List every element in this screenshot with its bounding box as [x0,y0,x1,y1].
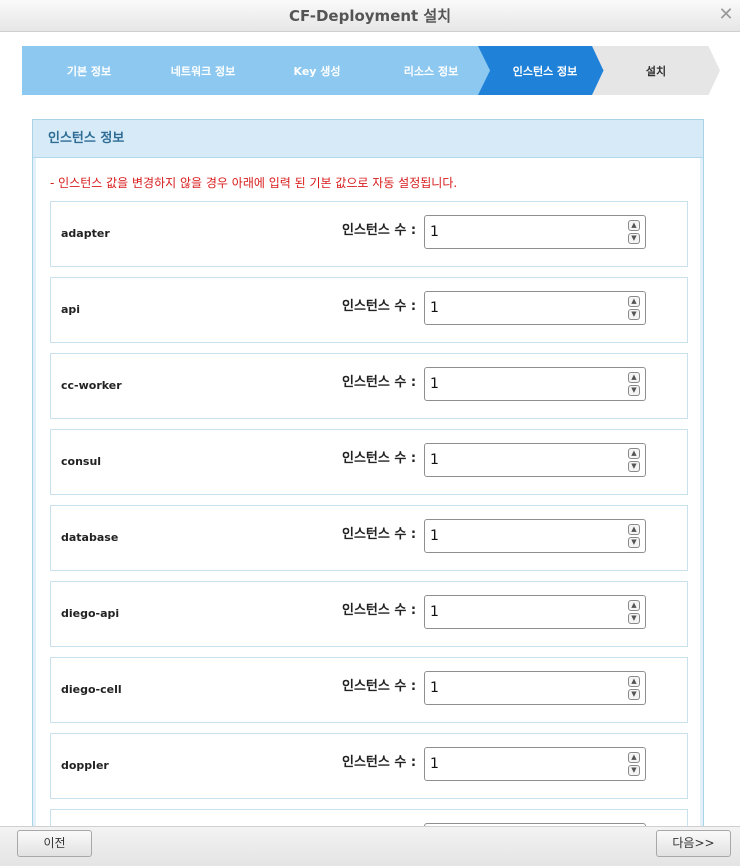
instance-count-label: 인스턴스 수 : [342,451,417,466]
decrement-arrow-icon[interactable]: ▼ [628,765,640,776]
instance-count-label: 인스턴스 수 : [342,299,417,314]
decrement-arrow-icon[interactable]: ▼ [628,385,640,396]
instance-count-input[interactable]: 1 ▲ ▼ [424,595,646,629]
instance-name: consul [61,455,102,468]
instance-count-label: 인스턴스 수 : [342,603,417,618]
panel-title: 인스턴스 정보 [33,120,703,158]
instance-count-label: 인스턴스 수 : [342,527,417,542]
instance-name: api [61,303,81,316]
step-key-generation: Key 생성 [250,46,384,95]
instance-row: database 인스턴스 수 : 1 ▲ ▼ [50,505,688,571]
step-resource-info: 리소스 정보 [364,46,498,95]
instance-count-label: 인스턴스 수 : [342,755,417,770]
decrement-arrow-icon[interactable]: ▼ [628,689,640,700]
instance-count-value: 1 [430,376,439,392]
instance-count-label: 인스턴스 수 : [342,375,417,390]
instance-count-label: 인스턴스 수 : [342,679,417,694]
instance-count-value: 1 [430,680,439,696]
increment-arrow-icon[interactable]: ▲ [628,676,640,687]
instance-name: cc-worker [61,379,122,392]
decrement-arrow-icon[interactable]: ▼ [628,461,640,472]
instance-count-input[interactable]: 1 ▲ ▼ [424,291,646,325]
step-network-info: 네트워크 정보 [136,46,270,95]
decrement-arrow-icon[interactable]: ▼ [628,233,640,244]
step-basic-info: 기본 정보 [22,46,156,95]
decrement-arrow-icon[interactable]: ▼ [628,309,640,320]
instance-name: database [61,531,119,544]
instance-row: api 인스턴스 수 : 1 ▲ ▼ [50,277,688,343]
instance-count-label: 인스턴스 수 : [342,223,417,238]
instance-count-input[interactable]: 1 ▲ ▼ [424,747,646,781]
instance-count-input[interactable]: 1 ▲ ▼ [424,443,646,477]
increment-arrow-icon[interactable]: ▲ [628,448,640,459]
increment-arrow-icon[interactable]: ▲ [628,752,640,763]
instance-count-input[interactable]: 1 ▲ ▼ [424,519,646,553]
next-button[interactable]: 다음>> [656,830,731,857]
instance-count-input[interactable]: 1 ▲ ▼ [424,671,646,705]
instance-row: consul 인스턴스 수 : 1 ▲ ▼ [50,429,688,495]
instance-row: diego-api 인스턴스 수 : 1 ▲ ▼ [50,581,688,647]
instance-row: cc-worker 인스턴스 수 : 1 ▲ ▼ [50,353,688,419]
instance-count-value: 1 [430,604,439,620]
instance-count-input[interactable]: 1 ▲ ▼ [424,215,646,249]
increment-arrow-icon[interactable]: ▲ [628,296,640,307]
instance-name: diego-cell [61,683,122,696]
wizard-steps: 기본 정보 네트워크 정보 Key 생성 리소스 정보 인스턴스 정보 설치 [22,46,722,95]
increment-arrow-icon[interactable]: ▲ [628,220,640,231]
decrement-arrow-icon[interactable]: ▼ [628,613,640,624]
instance-count-value: 1 [430,224,439,240]
instance-count-input[interactable]: 1 ▲ ▼ [424,367,646,401]
instance-count-value: 1 [430,452,439,468]
step-install: 설치 [592,46,720,95]
prev-button[interactable]: 이전 [17,830,92,857]
instance-name: adapter [61,227,110,240]
increment-arrow-icon[interactable]: ▲ [628,524,640,535]
window-titlebar: CF-Deployment 설치 ✕ [0,0,740,32]
instance-row: doppler 인스턴스 수 : 1 ▲ ▼ [50,733,688,799]
instance-row: diego-cell 인스턴스 수 : 1 ▲ ▼ [50,657,688,723]
instance-row: adapter 인스턴스 수 : 1 ▲ ▼ [50,201,688,267]
notice-text: - 인스턴스 값을 변경하지 않을 경우 아래에 입력 된 기본 값으로 자동 … [50,176,458,190]
instance-count-value: 1 [430,528,439,544]
instance-name: doppler [61,759,109,772]
footer-bar: 이전 다음>> [0,826,740,866]
increment-arrow-icon[interactable]: ▲ [628,372,640,383]
instance-name: diego-api [61,607,120,620]
decrement-arrow-icon[interactable]: ▼ [628,537,640,548]
panel-body[interactable]: - 인스턴스 값을 변경하지 않을 경우 아래에 입력 된 기본 값으로 자동 … [33,158,703,866]
instance-count-value: 1 [430,300,439,316]
step-instance-info: 인스턴스 정보 [478,46,612,95]
increment-arrow-icon[interactable]: ▲ [628,600,640,611]
close-icon[interactable]: ✕ [716,5,736,25]
window-title: CF-Deployment 설치 [288,7,452,25]
instance-info-panel: 인스턴스 정보 - 인스턴스 값을 변경하지 않을 경우 아래에 입력 된 기본… [32,119,704,866]
instance-count-value: 1 [430,756,439,772]
